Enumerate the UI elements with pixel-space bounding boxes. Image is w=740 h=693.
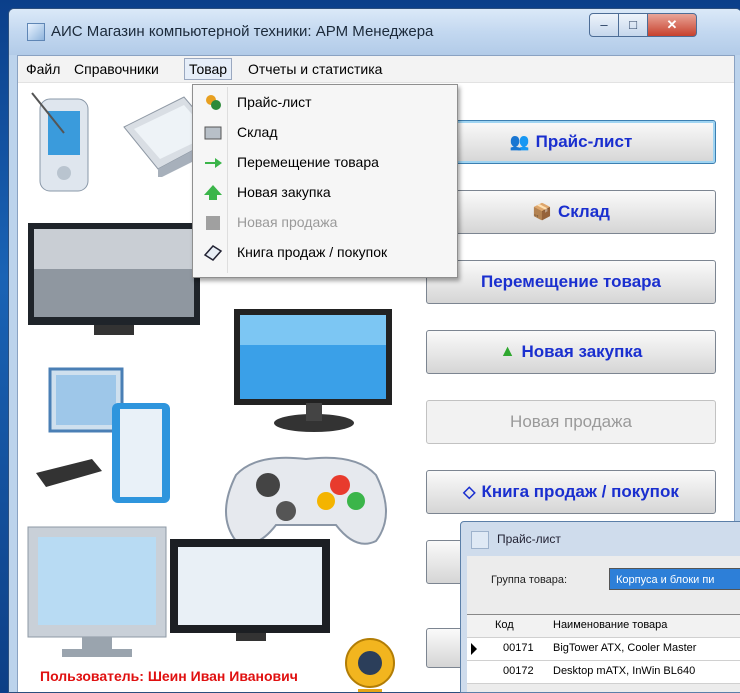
book-icon <box>203 245 223 261</box>
window-icon <box>471 531 489 549</box>
dropdown-item-new-purchase[interactable]: Новая закупка <box>193 177 457 207</box>
new-sale-button[interactable]: Новая продажа <box>426 400 716 444</box>
title-bar[interactable]: АИС Магазин компьютерной техники: АРМ Ме… <box>9 9 740 55</box>
price-list-icon <box>206 95 221 110</box>
arrow-right-icon <box>205 158 222 168</box>
minimize-button[interactable]: – <box>589 13 619 37</box>
price-list-window: Прайс-лист Группа товара: Корпуса и блок… <box>460 521 740 693</box>
cell-code: 00172 <box>503 665 534 677</box>
goods-dropdown-menu: Прайс-лист Склад Перемещение товара Нова… <box>192 84 458 278</box>
warehouse-button[interactable]: 📦 Склад <box>426 190 716 234</box>
cell-name: BigTower ATX, Cooler Master <box>553 642 697 654</box>
new-sale-label: Новая продажа <box>510 412 632 431</box>
sale-icon <box>206 216 220 230</box>
dropdown-item-sales-book[interactable]: Книга продаж / покупок <box>193 237 457 267</box>
dropdown-item-transfer[interactable]: Перемещение товара <box>193 147 457 177</box>
cell-code: 00171 <box>503 642 534 654</box>
app-icon <box>27 23 45 41</box>
group-select[interactable]: Корпуса и блоки пи <box>609 568 740 590</box>
menu-bar: Файл Справочники Товар Отчеты и статисти… <box>18 56 734 83</box>
maximize-button[interactable]: □ <box>618 13 648 37</box>
sales-book-label: Книга продаж / покупок <box>481 482 679 501</box>
price-window-title: Прайс-лист <box>497 532 561 546</box>
desktop-pc-icon <box>36 367 170 503</box>
price-window-body: Группа товара: Корпуса и блоки пи Код На… <box>467 556 740 692</box>
crt-monitor-icon <box>27 526 167 657</box>
menu-reports[interactable]: Отчеты и статистика <box>244 59 386 79</box>
purchase-icon: ▲ <box>499 343 516 360</box>
pda-icon <box>31 92 89 192</box>
table-header: Код Наименование товара <box>467 615 740 638</box>
book-icon: ◇ <box>463 484 476 501</box>
lcd-monitor-icon <box>234 309 392 432</box>
user-label: Пользователь: Шеин Иван Иванович <box>40 668 298 684</box>
price-list-label: Прайс-лист <box>535 132 633 151</box>
dropdown-item-warehouse[interactable]: Склад <box>193 117 457 147</box>
menu-file[interactable]: Файл <box>22 59 64 79</box>
row-selector-icon <box>471 643 477 655</box>
purchase-icon <box>204 185 222 200</box>
monitor-icon <box>28 223 200 335</box>
dropdown-item-new-sale[interactable]: Новая продажа <box>193 207 457 237</box>
table-row[interactable]: 00172 Desktop mATX, InWin BL640 <box>467 661 740 684</box>
menu-references[interactable]: Справочники <box>70 59 163 79</box>
warehouse-label: Склад <box>557 202 610 221</box>
price-table: Код Наименование товара 00171 BigTower A… <box>467 614 740 684</box>
transfer-goods-label: Перемещение товара <box>480 272 662 291</box>
warehouse-icon <box>204 126 222 140</box>
warehouse-icon: 📦 <box>532 204 552 221</box>
column-name[interactable]: Наименование товара <box>553 619 667 631</box>
dropdown-item-price-list[interactable]: Прайс-лист <box>193 87 457 117</box>
new-purchase-button[interactable]: ▲ Новая закупка <box>426 330 716 374</box>
cell-name: Desktop mATX, InWin BL640 <box>553 665 696 677</box>
price-list-icon: 👥 <box>509 134 530 151</box>
sales-book-button[interactable]: ◇ Книга продаж / покупок <box>426 470 716 514</box>
webcam-icon <box>345 638 395 692</box>
new-purchase-label: Новая закупка <box>521 342 643 361</box>
column-code[interactable]: Код <box>495 619 514 631</box>
price-list-button[interactable]: 👥 Прайс-лист <box>426 120 716 164</box>
close-button[interactable]: ✕ <box>647 13 697 37</box>
window-title: АИС Магазин компьютерной техники: АРМ Ме… <box>51 23 434 40</box>
menu-goods[interactable]: Товар <box>184 58 233 80</box>
table-row[interactable]: 00171 BigTower ATX, Cooler Master <box>467 638 740 661</box>
group-label: Группа товара: <box>491 574 568 586</box>
transfer-goods-button[interactable]: Перемещение товара <box>426 260 716 304</box>
widescreen-monitor-icon <box>170 539 330 641</box>
